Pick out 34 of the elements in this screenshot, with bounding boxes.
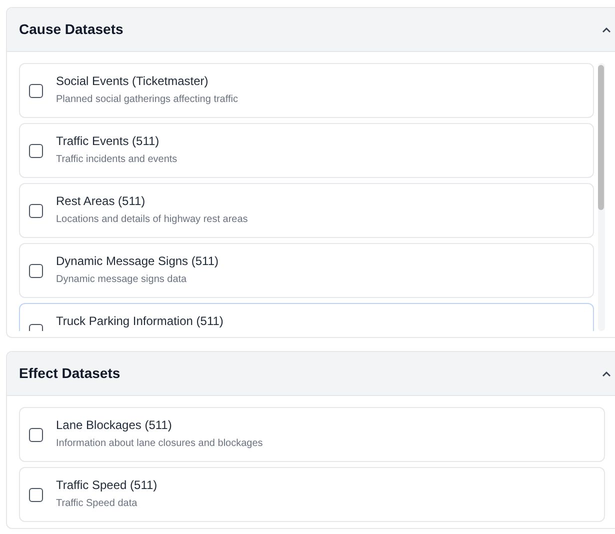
dataset-description: Dynamic message signs data: [56, 273, 188, 286]
dataset-card[interactable]: Social Events (Ticketmaster) Planned social gatherings affecting traffic: [19, 63, 594, 118]
checkbox[interactable]: [29, 204, 43, 218]
dataset-title: Truck Parking Information (511): [56, 314, 224, 329]
dataset-title: Social Events (Ticketmaster): [56, 74, 210, 89]
dataset-card[interactable]: Truck Parking Information (511): [19, 303, 594, 331]
panel-title: Cause Datasets: [19, 20, 124, 39]
dataset-title: Rest Areas (511): [56, 194, 146, 209]
dataset-card[interactable]: Dynamic Message Signs (511) Dynamic message signs data: [19, 243, 594, 298]
dataset-card[interactable]: Traffic Events (511) Traffic incidents and events: [19, 123, 594, 178]
scrollbar[interactable]: [598, 63, 605, 331]
dataset-title: Dynamic Message Signs (511): [56, 254, 219, 269]
dataset-card[interactable]: Lane Blockages (511) Information about lane closures and blockages: [19, 407, 605, 462]
dataset-description: Traffic incidents and events: [56, 153, 178, 166]
checkbox[interactable]: [29, 428, 43, 442]
scrollbar-thumb[interactable]: [598, 65, 604, 210]
chevron-up-icon[interactable]: [602, 370, 611, 376]
panel-header[interactable]: Cause Datasets: [7, 8, 615, 52]
dataset-description: Planned social gatherings affecting traffic: [56, 93, 238, 106]
dataset-card[interactable]: Rest Areas (511) Locations and details of highway rest areas: [19, 183, 594, 238]
dataset-description: Traffic Speed data: [56, 497, 138, 510]
panel-title: Effect Datasets: [19, 364, 120, 383]
chevron-up-icon[interactable]: [602, 26, 611, 32]
dataset-card[interactable]: Traffic Speed (511) Traffic Speed data: [19, 467, 605, 522]
checkbox[interactable]: [29, 264, 43, 278]
dataset-title: Traffic Events (511): [56, 134, 160, 149]
dataset-description: Information about lane closures and blockages: [56, 437, 263, 450]
panel-header[interactable]: Effect Datasets: [7, 352, 615, 396]
checkbox[interactable]: [29, 488, 43, 502]
dataset-title: Traffic Speed (511): [56, 478, 158, 493]
dataset-title: Lane Blockages (511): [56, 418, 173, 433]
checkbox[interactable]: [29, 84, 43, 98]
dataset-description: Locations and details of highway rest areas: [56, 213, 248, 226]
checkbox[interactable]: [29, 144, 43, 158]
